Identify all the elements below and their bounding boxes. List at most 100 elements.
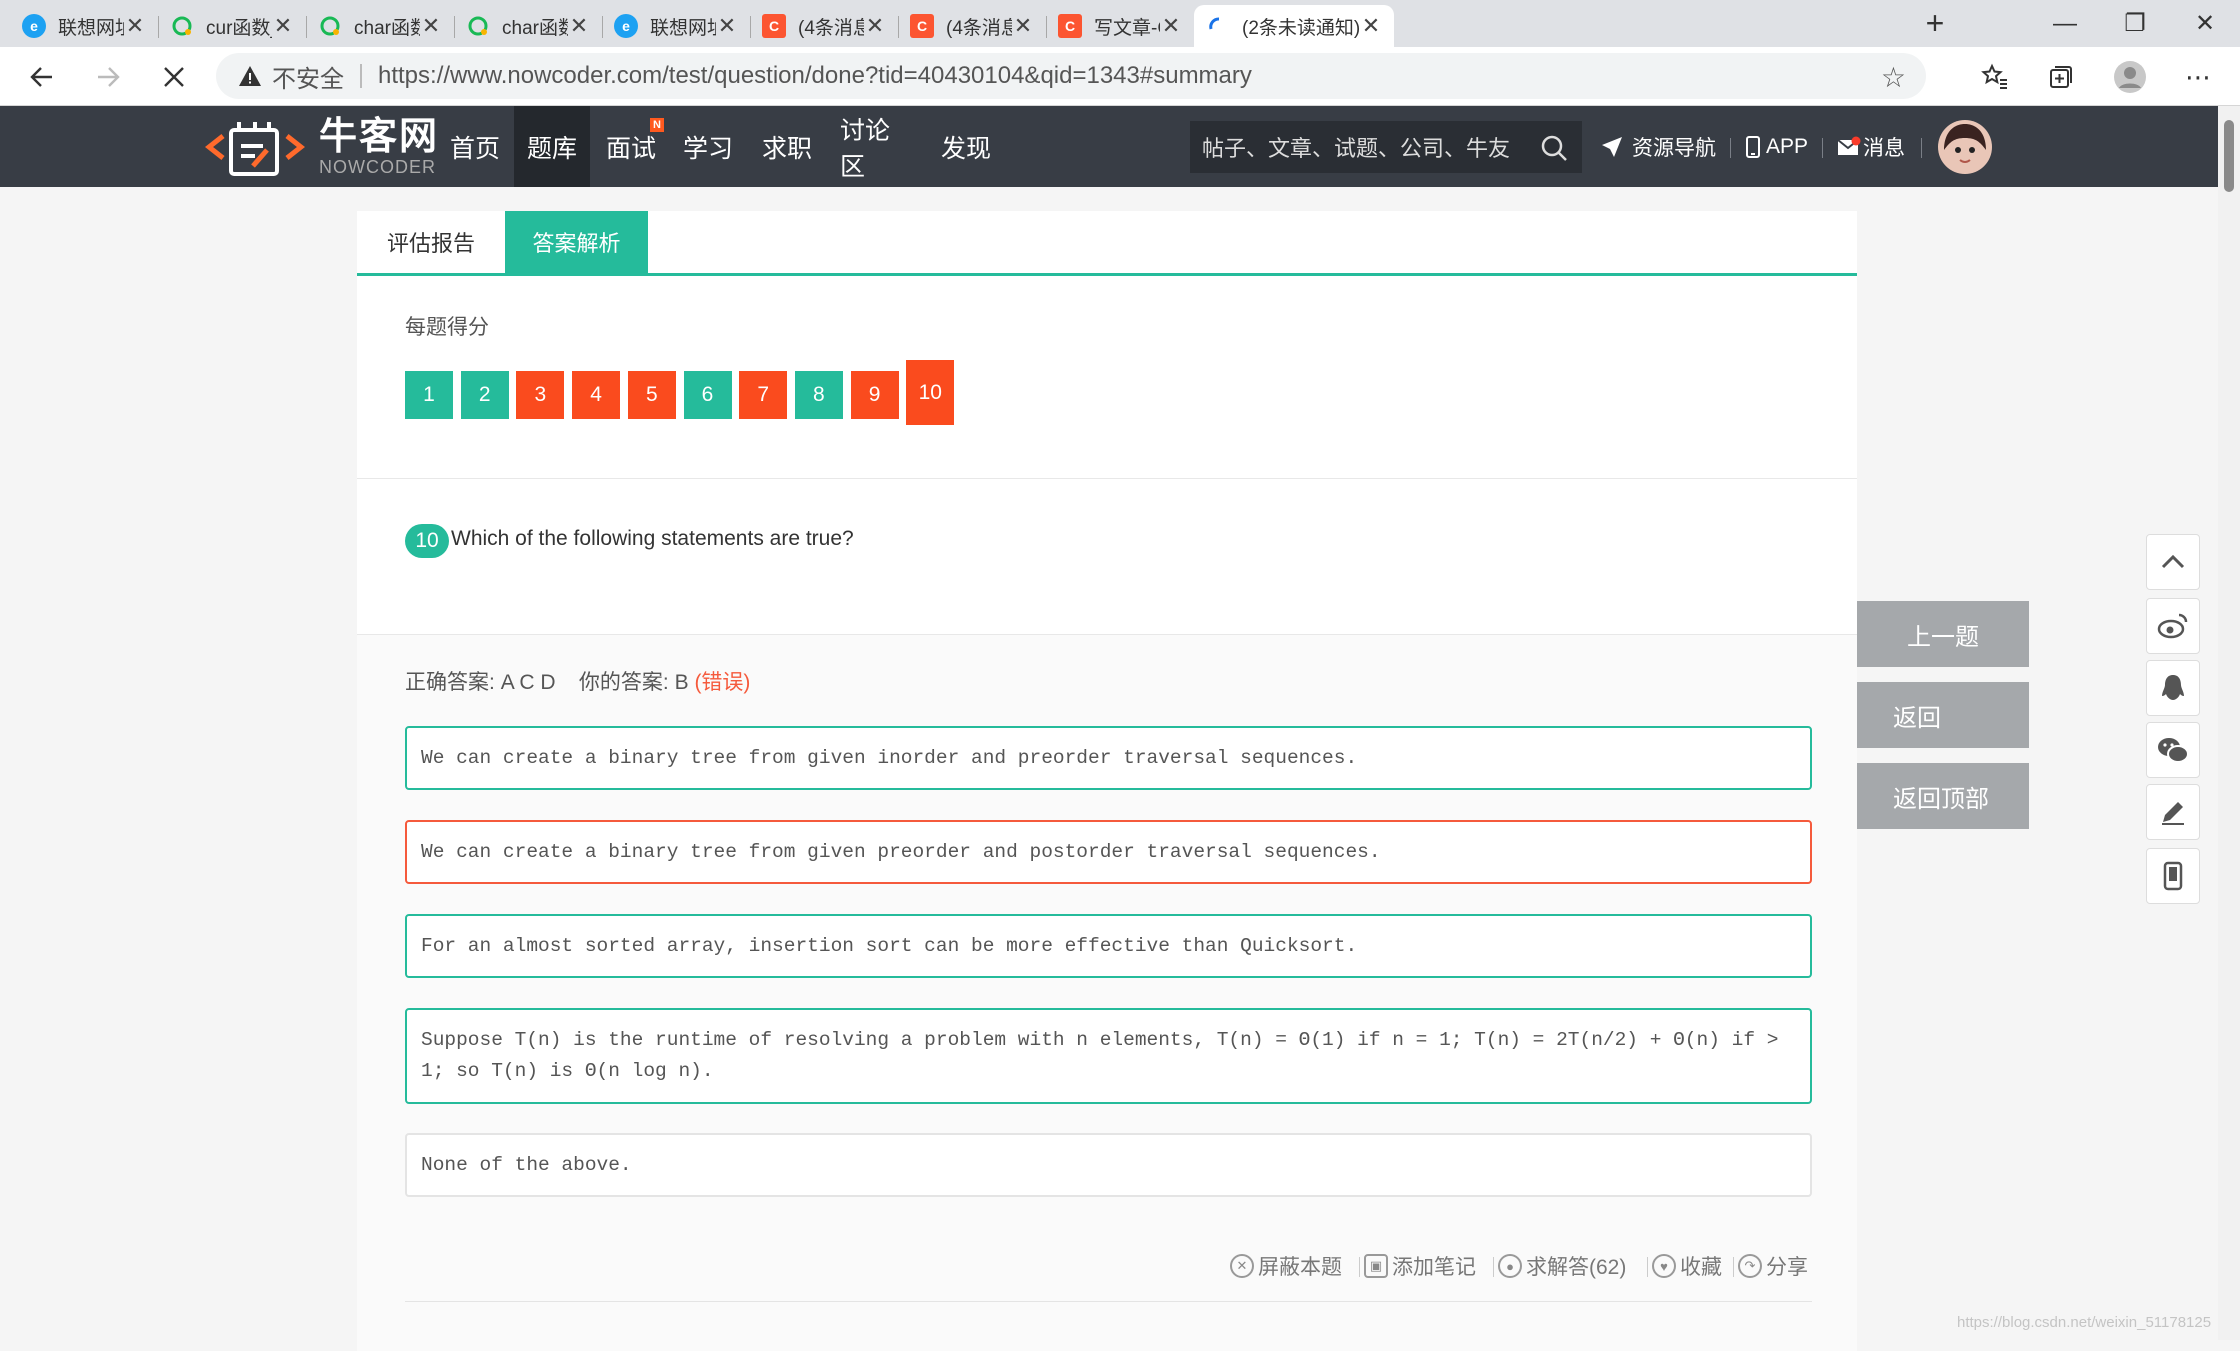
score-item[interactable]: 9 (850, 371, 899, 419)
tab-evaluation-report[interactable]: 评估报告 (357, 211, 505, 273)
answer-summary: 正确答案: A C D 你的答案: B (错误) (405, 666, 750, 696)
resources-link[interactable]: 资源导航 (1600, 106, 1716, 187)
option-text: We can create a binary tree from given i… (421, 746, 1358, 769)
more-menu-icon[interactable]: ⋯ (2176, 55, 2220, 99)
close-window-button[interactable]: ✕ (2170, 0, 2240, 47)
browser-tab[interactable]: cur函数_360搜✕ (158, 5, 306, 47)
score-item[interactable]: 3 (516, 371, 565, 419)
answer-option[interactable]: Suppose T(n) is the runtime of resolving… (405, 1008, 1812, 1104)
mobile-icon (2163, 861, 2183, 891)
restore-button[interactable]: ❐ (2100, 0, 2170, 47)
close-tab-icon[interactable]: ✕ (420, 13, 442, 39)
site-logo[interactable]: 牛客网 NOWCODER (205, 112, 439, 182)
section-divider (357, 478, 1857, 479)
prev-question-button[interactable]: 上一题 (1857, 601, 2029, 667)
site-search-input[interactable]: 帖子、文章、试题、公司、牛友 (1190, 121, 1582, 173)
collections-icon[interactable] (2039, 55, 2083, 99)
browser-tab[interactable]: char函数_360搜✕ (454, 5, 602, 47)
minimize-button[interactable]: — (2030, 0, 2100, 47)
share-button[interactable]: ↷ 分享 (1738, 1249, 1808, 1283)
url-bar[interactable]: 不安全 https://www.nowcoder.com/test/questi… (216, 53, 1926, 99)
scroll-top-button[interactable] (2146, 534, 2200, 590)
browser-tab[interactable]: char函数_360搜✕ (306, 5, 454, 47)
score-item[interactable]: 6 (683, 371, 732, 419)
nav-item[interactable]: 讨论区 (828, 106, 924, 187)
nav-label: 题库 (526, 134, 577, 163)
back-to-top-button[interactable]: 返回顶部 (1857, 763, 2029, 829)
add-note-button[interactable]: ▣ 添加笔记 (1364, 1249, 1476, 1283)
messages-link[interactable]: 消息 (1837, 106, 1905, 187)
tab-answer-analysis[interactable]: 答案解析 (505, 211, 648, 273)
browser-tab[interactable]: C (4条消息) htm✕ (898, 5, 1046, 47)
browser-tab[interactable]: C (4条消息) wei✕ (750, 5, 898, 47)
browser-tab[interactable]: C 写文章-CSDN✕ (1046, 5, 1194, 47)
stop-loading-button[interactable] (152, 55, 196, 99)
browser-tab[interactable]: e 联想网址导航✕ (602, 5, 750, 47)
close-tab-icon[interactable]: ✕ (1012, 13, 1034, 39)
browser-tab[interactable]: (2条未读通知) ✕ (1194, 5, 1394, 47)
answer-option[interactable]: For an almost sorted array, insertion so… (405, 914, 1812, 978)
page-scrollbar[interactable] (2218, 106, 2240, 1340)
score-item[interactable]: 2 (460, 371, 509, 419)
nav-item[interactable]: 学习 (670, 106, 746, 187)
close-tab-icon[interactable]: ✕ (864, 13, 886, 39)
scrollbar-thumb[interactable] (2224, 120, 2234, 192)
edge-icon: e (22, 14, 46, 38)
feedback-button[interactable] (2146, 784, 2200, 840)
tab-label: 联想网址导航 (58, 17, 124, 39)
score-item[interactable]: 5 (627, 371, 676, 419)
weibo-icon (2157, 613, 2188, 639)
action-divider (1359, 1257, 1360, 1277)
back-button[interactable] (20, 55, 64, 99)
user-avatar[interactable] (1938, 120, 1992, 174)
answer-option[interactable]: None of the above. (405, 1133, 1812, 1197)
nav-item[interactable]: 发现 (928, 106, 1004, 187)
messages-label: 消息 (1863, 136, 1905, 160)
ask-answer-button[interactable]: ● 求解答(62) (1498, 1249, 1626, 1283)
score-label: 每题得分 (405, 316, 489, 339)
close-tab-icon[interactable]: ✕ (272, 13, 294, 39)
score-item[interactable]: 7 (739, 371, 788, 419)
browser-tab[interactable]: e 联想网址导航✕ (10, 5, 158, 47)
score-item[interactable]: 10 (906, 360, 955, 425)
favorite-button[interactable]: ♥ 收藏 (1652, 1249, 1722, 1283)
nav-item[interactable]: 面试 N (594, 106, 668, 187)
back-button-page[interactable]: 返回 (1857, 682, 2029, 748)
favorites-icon[interactable] (1973, 55, 2017, 99)
correct-answer-label: 正确答案: (405, 671, 495, 694)
note-label: 添加笔记 (1392, 1256, 1476, 1279)
close-tab-icon[interactable]: ✕ (1360, 13, 1382, 39)
score-item[interactable]: 4 (572, 371, 621, 419)
answer-option[interactable]: We can create a binary tree from given p… (405, 820, 1812, 884)
header-divider (1921, 138, 1922, 158)
answer-option[interactable]: We can create a binary tree from given i… (405, 726, 1812, 790)
ask-label: 求解答(62) (1526, 1256, 1627, 1279)
block-question-button[interactable]: ✕ 屏蔽本题 (1230, 1249, 1342, 1283)
option-text: None of the above. (421, 1153, 632, 1176)
app-label: APP (1766, 134, 1809, 158)
share-qq-button[interactable] (2146, 660, 2200, 716)
close-tab-icon[interactable]: ✕ (716, 13, 738, 39)
result-status: (错误) (694, 671, 751, 694)
close-tab-icon[interactable]: ✕ (1160, 13, 1182, 39)
nav-item[interactable]: 首页 (438, 106, 512, 187)
option-text: Suppose T(n) is the runtime of resolving… (421, 1029, 1779, 1082)
nav-item[interactable]: 题库 (514, 106, 590, 187)
close-tab-icon[interactable]: ✕ (568, 13, 590, 39)
share-icon: ↷ (1738, 1254, 1762, 1278)
score-item[interactable]: 8 (794, 371, 843, 419)
mobile-button[interactable] (2146, 848, 2200, 904)
note-icon: ▣ (1364, 1254, 1388, 1278)
close-tab-icon[interactable]: ✕ (124, 13, 146, 39)
new-tab-button[interactable]: + (1905, 0, 1965, 47)
score-item[interactable]: 1 (405, 371, 453, 419)
nav-label: 学习 (682, 134, 733, 163)
share-wechat-button[interactable] (2146, 722, 2200, 778)
forward-button[interactable] (86, 55, 130, 99)
app-link[interactable]: APP (1746, 106, 1808, 187)
profile-avatar-icon[interactable] (2108, 55, 2152, 99)
favorite-star-icon[interactable]: ☆ (1881, 61, 1906, 94)
search-icon[interactable] (1540, 134, 1568, 162)
share-weibo-button[interactable] (2146, 598, 2200, 654)
nav-item[interactable]: 求职 (749, 106, 825, 187)
